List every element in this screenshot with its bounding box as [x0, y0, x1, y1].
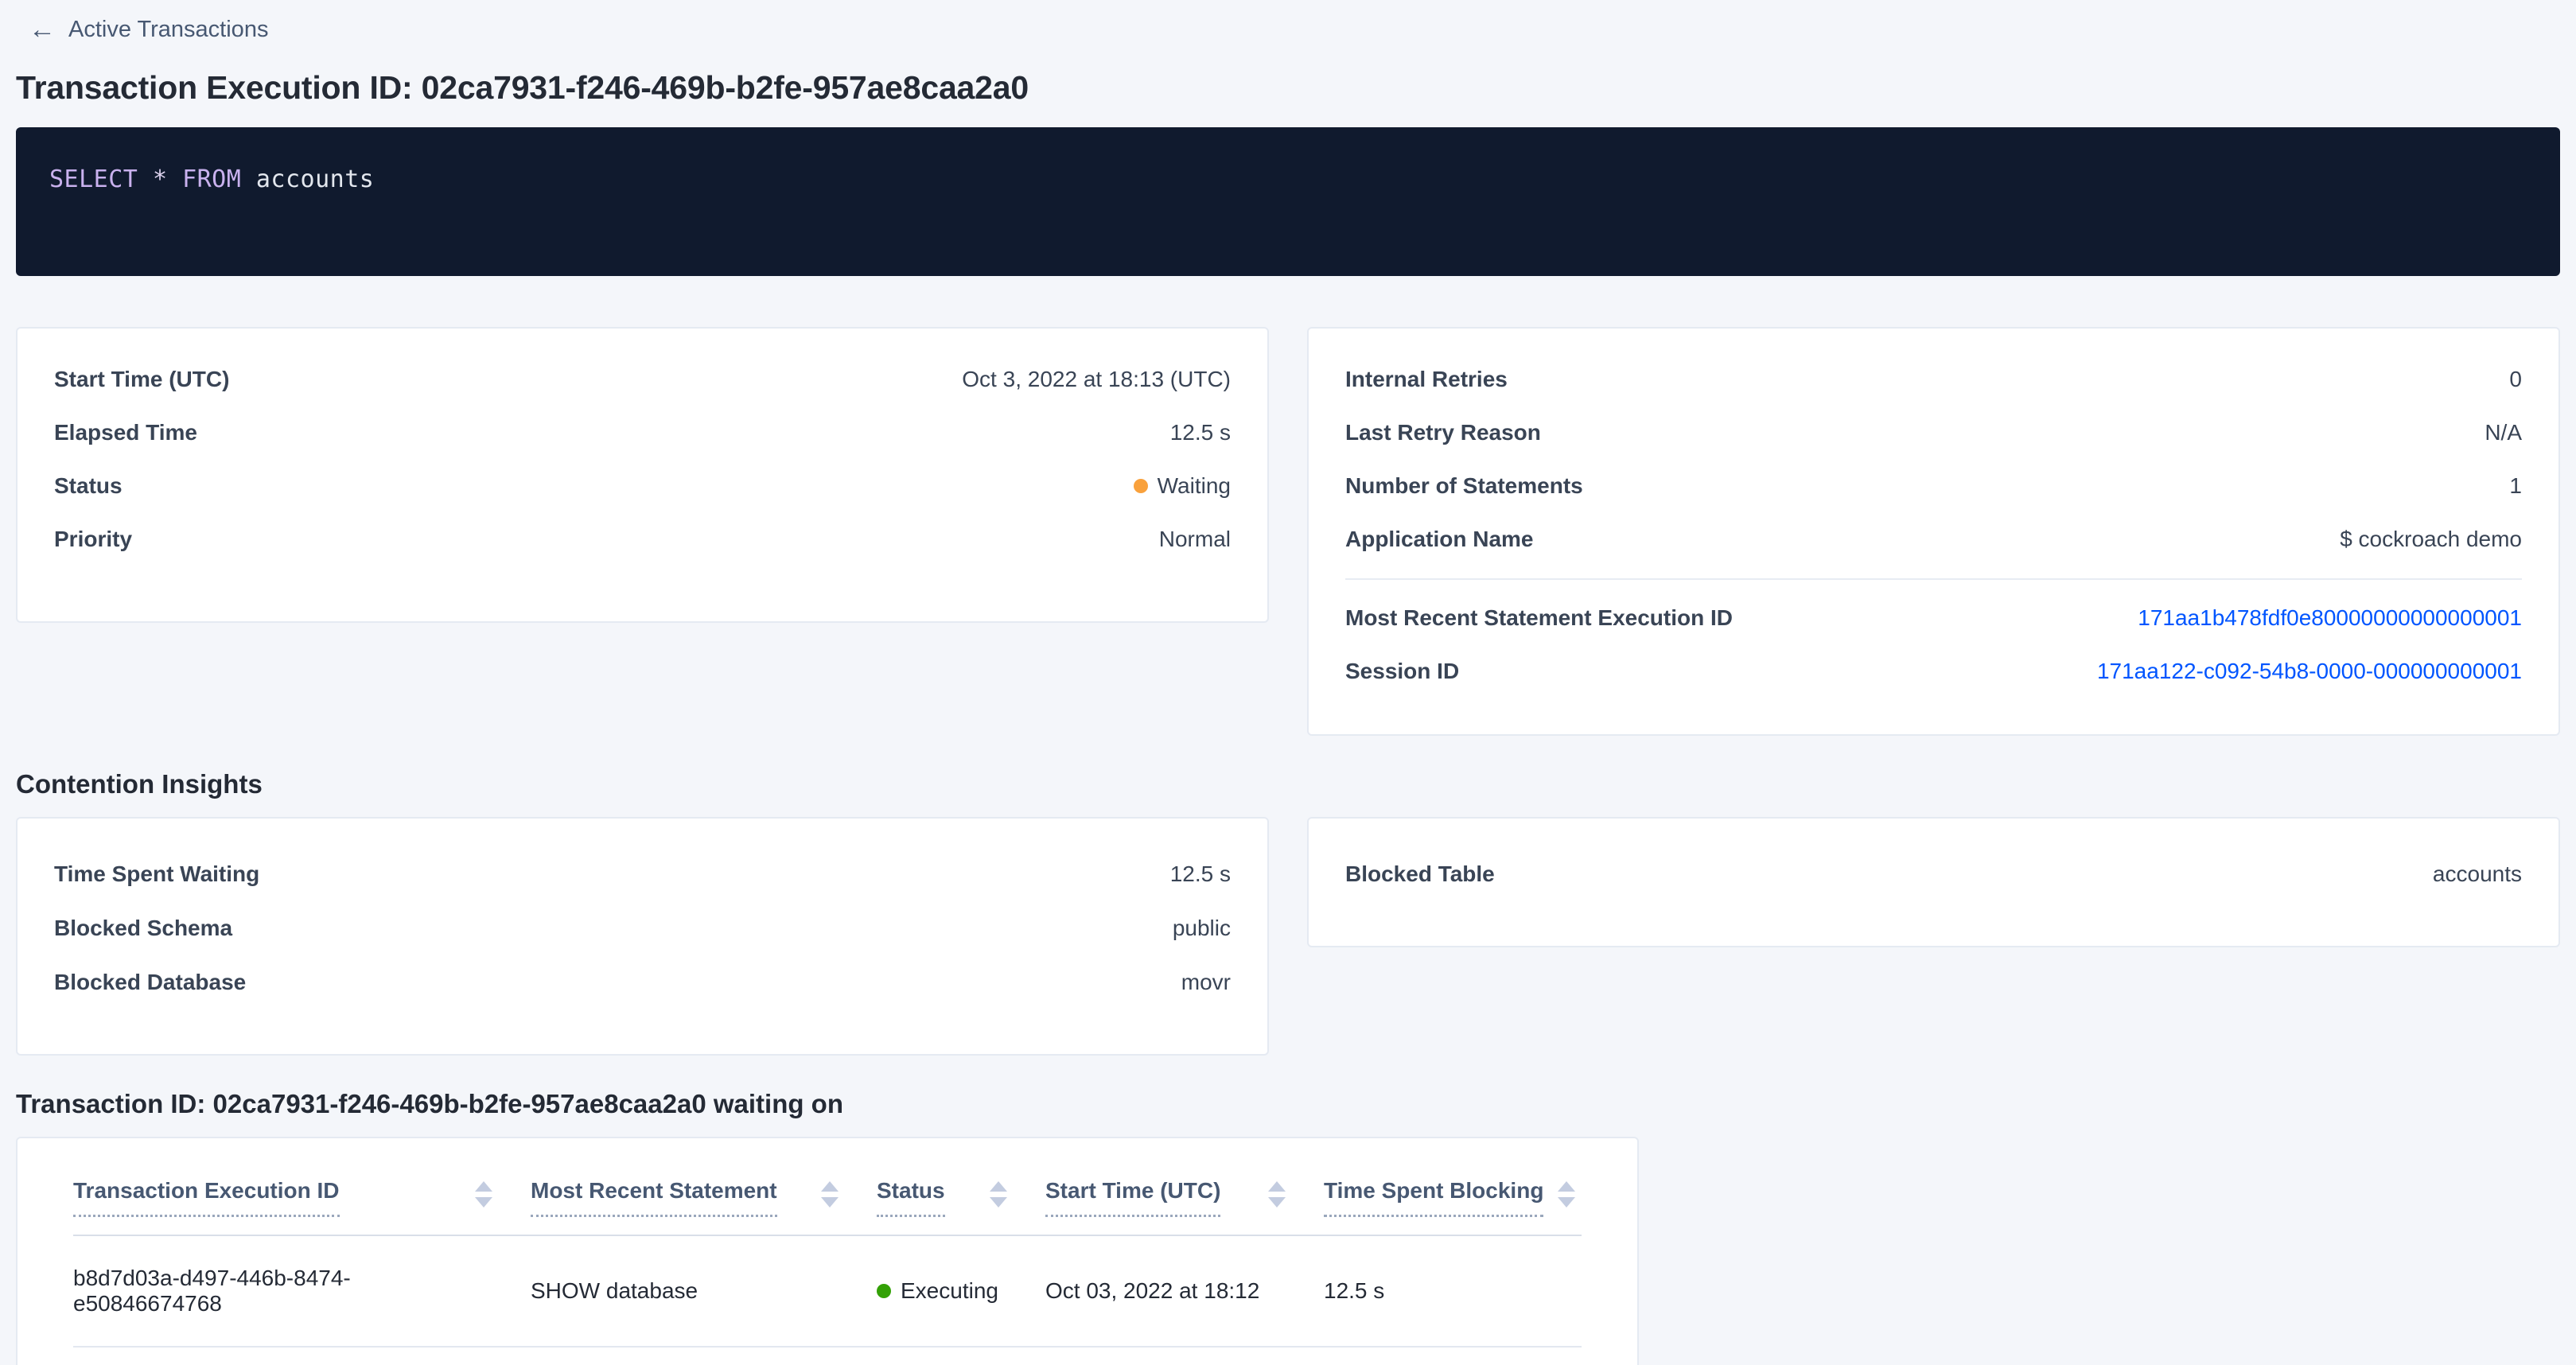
row-status: Status Waiting	[54, 459, 1231, 512]
blocked-table-value: accounts	[2433, 861, 2522, 887]
last-retry-reason-value: N/A	[2485, 420, 2522, 445]
column-header-most-recent-statement[interactable]: Most Recent Statement	[531, 1178, 877, 1217]
card-divider	[1345, 578, 2522, 580]
column-label: Most Recent Statement	[531, 1178, 777, 1217]
row-start-time: Start Time (UTC) Oct 3, 2022 at 18:13 (U…	[54, 352, 1231, 406]
column-label: Time Spent Blocking	[1324, 1178, 1543, 1217]
status-waiting-text: Waiting	[1158, 473, 1231, 499]
row-last-retry-reason: Last Retry Reason N/A	[1345, 406, 2522, 459]
cell-most-recent-statement: SHOW database	[531, 1278, 877, 1304]
start-time-value: Oct 3, 2022 at 18:13 (UTC)	[962, 367, 1231, 392]
contention-card-left: Time Spent Waiting 12.5 s Blocked Schema…	[16, 817, 1269, 1056]
priority-value: Normal	[1159, 527, 1231, 552]
statement-execution-id-label: Most Recent Statement Execution ID	[1345, 605, 1733, 631]
cell-start-time: Oct 03, 2022 at 18:12	[1045, 1278, 1324, 1304]
cell-time-spent-blocking: 12.5 s	[1324, 1278, 1582, 1304]
internal-retries-value: 0	[2509, 367, 2522, 392]
elapsed-time-label: Elapsed Time	[54, 420, 197, 445]
cell-transaction-execution-id: b8d7d03a-d497-446b-8474-e50846674768	[73, 1266, 531, 1316]
sort-icon[interactable]	[821, 1181, 839, 1208]
sort-icon[interactable]	[1558, 1181, 1575, 1208]
elapsed-time-value: 12.5 s	[1170, 420, 1231, 445]
row-blocked-database: Blocked Database movr	[54, 955, 1231, 1009]
row-blocked-table: Blocked Table accounts	[1345, 847, 2522, 901]
overview-card-right: Internal Retries 0 Last Retry Reason N/A…	[1307, 327, 2560, 736]
column-label: Status	[877, 1178, 945, 1217]
blocked-schema-value: public	[1173, 916, 1231, 941]
column-header-status[interactable]: Status	[877, 1178, 1045, 1217]
table-row: b8d7d03a-d497-446b-8474-e50846674768 SHO…	[73, 1236, 1582, 1348]
start-time-label: Start Time (UTC)	[54, 367, 229, 392]
sort-icon[interactable]	[1268, 1181, 1286, 1208]
statement-execution-id-link[interactable]: 171aa1b478fdf0e80000000000000001	[2138, 605, 2522, 631]
row-application-name: Application Name $ cockroach demo	[1345, 512, 2522, 566]
row-statement-execution-id: Most Recent Statement Execution ID 171aa…	[1345, 591, 2522, 644]
sql-statement-box: SELECT * FROM accounts	[16, 127, 2560, 276]
status-executing-dot-icon	[877, 1284, 891, 1298]
column-header-transaction-execution-id[interactable]: Transaction Execution ID	[73, 1178, 531, 1217]
column-label: Start Time (UTC)	[1045, 1178, 1220, 1217]
column-header-time-spent-blocking[interactable]: Time Spent Blocking	[1324, 1178, 1582, 1217]
waiting-on-table: Transaction Execution ID Most Recent Sta…	[16, 1137, 1639, 1365]
status-executing-text: Executing	[901, 1278, 998, 1304]
application-name-value: $ cockroach demo	[2340, 527, 2522, 552]
contention-insights-heading: Contention Insights	[16, 769, 2560, 799]
session-id-link[interactable]: 171aa122-c092-54b8-0000-000000000001	[2097, 659, 2522, 684]
blocked-table-label: Blocked Table	[1345, 861, 1495, 887]
column-header-start-time[interactable]: Start Time (UTC)	[1045, 1178, 1324, 1217]
sql-table-name: accounts	[256, 165, 375, 193]
back-link-label: Active Transactions	[68, 17, 268, 43]
application-name-label: Application Name	[1345, 527, 1533, 552]
internal-retries-label: Internal Retries	[1345, 367, 1508, 392]
row-blocked-schema: Blocked Schema public	[54, 901, 1231, 955]
table-header-row: Transaction Execution ID Most Recent Sta…	[73, 1138, 1582, 1236]
number-of-statements-value: 1	[2509, 473, 2522, 499]
waiting-on-heading: Transaction ID: 02ca7931-f246-469b-b2fe-…	[16, 1089, 2560, 1119]
back-link-active-transactions[interactable]: ← Active Transactions	[29, 16, 268, 43]
row-time-spent-waiting: Time Spent Waiting 12.5 s	[54, 847, 1231, 901]
last-retry-reason-label: Last Retry Reason	[1345, 420, 1541, 445]
status-label: Status	[54, 473, 123, 499]
row-priority: Priority Normal	[54, 512, 1231, 566]
time-spent-waiting-label: Time Spent Waiting	[54, 861, 259, 887]
row-internal-retries: Internal Retries 0	[1345, 352, 2522, 406]
sql-star: *	[153, 165, 168, 193]
sort-icon[interactable]	[990, 1181, 1007, 1208]
priority-label: Priority	[54, 527, 132, 552]
overview-card-left: Start Time (UTC) Oct 3, 2022 at 18:13 (U…	[16, 327, 1269, 623]
blocked-database-label: Blocked Database	[54, 970, 246, 995]
status-badge: Waiting	[1134, 473, 1231, 499]
back-arrow-icon: ←	[29, 16, 56, 43]
number-of-statements-label: Number of Statements	[1345, 473, 1583, 499]
blocked-schema-label: Blocked Schema	[54, 916, 232, 941]
row-session-id: Session ID 171aa122-c092-54b8-0000-00000…	[1345, 644, 2522, 698]
column-label: Transaction Execution ID	[73, 1178, 340, 1217]
time-spent-waiting-value: 12.5 s	[1170, 861, 1231, 887]
cell-status: Executing	[877, 1278, 1045, 1304]
contention-card-right: Blocked Table accounts	[1307, 817, 2560, 947]
sql-keyword-from: FROM	[182, 165, 241, 193]
sort-icon[interactable]	[475, 1181, 492, 1208]
row-number-of-statements: Number of Statements 1	[1345, 459, 2522, 512]
session-id-label: Session ID	[1345, 659, 1459, 684]
row-elapsed-time: Elapsed Time 12.5 s	[54, 406, 1231, 459]
page-title: Transaction Execution ID: 02ca7931-f246-…	[16, 69, 2560, 107]
status-waiting-dot-icon	[1134, 479, 1148, 493]
blocked-database-value: movr	[1181, 970, 1231, 995]
page: ← Active Transactions Transaction Execut…	[0, 0, 2576, 1365]
sql-keyword-select: SELECT	[49, 165, 138, 193]
